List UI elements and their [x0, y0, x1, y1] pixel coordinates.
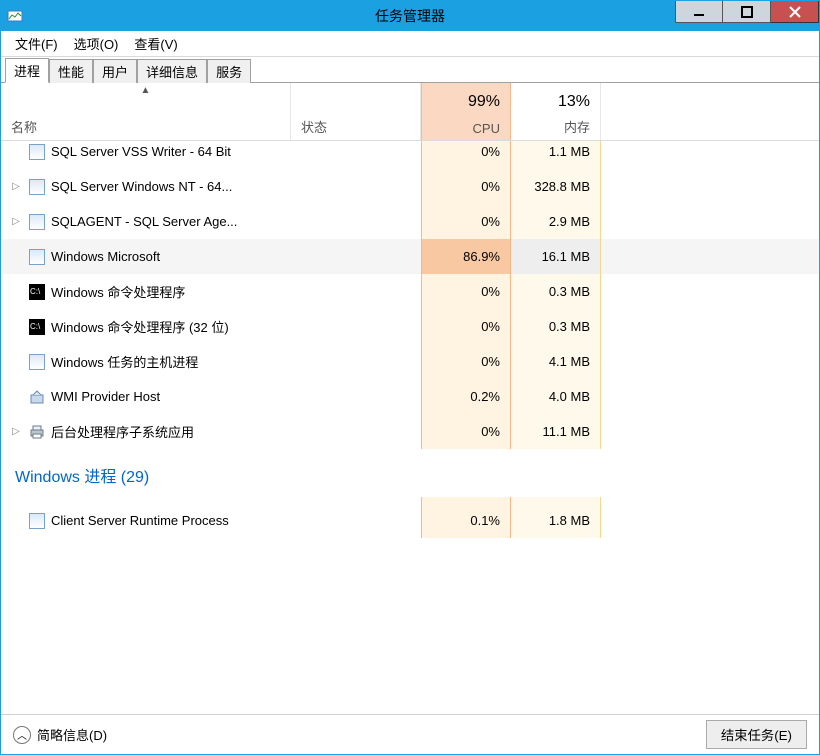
process-name: Windows Microsoft — [51, 249, 160, 264]
chevron-up-icon: ︿ — [13, 726, 31, 744]
tab-performance[interactable]: 性能 — [49, 59, 93, 83]
app-process-icon — [29, 214, 45, 230]
tab-users[interactable]: 用户 — [93, 59, 137, 83]
process-grid: ▲ 名称 状态 99% CPU 13% 内存 — [1, 83, 819, 714]
mem-cell: 1.1 MB — [511, 141, 601, 169]
process-name: WMI Provider Host — [51, 389, 160, 404]
app-process-icon — [29, 354, 45, 370]
process-name: Windows 命令处理程序 (32 位) — [51, 317, 229, 336]
cmd-icon: C:\ — [29, 319, 45, 335]
mem-cell: 16.1 MB — [511, 239, 601, 274]
table-row[interactable]: Windows 任务的主机进程 0%4.1 MB — [1, 344, 819, 379]
table-row[interactable]: ▷ 后台处理程序子系统应用 0%11.1 MB — [1, 414, 819, 449]
end-task-button[interactable]: 结束任务(E) — [706, 720, 807, 749]
wmi-icon — [29, 389, 45, 405]
cpu-cell: 0.2% — [421, 379, 511, 414]
menu-file[interactable]: 文件(F) — [7, 32, 66, 55]
cmd-icon: C:\ — [29, 284, 45, 300]
cpu-usage-total: 99% — [468, 93, 500, 111]
window-title: 任务管理器 — [375, 6, 445, 26]
table-row[interactable]: ▷ SQLAGENT - SQL Server Age... 0%2.9 MB — [1, 204, 819, 239]
cpu-cell: 0% — [421, 141, 511, 169]
printer-icon — [29, 424, 45, 440]
cpu-cell: 0% — [421, 344, 511, 379]
maximize-button[interactable] — [723, 1, 771, 23]
tabbar: 进程 性能 用户 详细信息 服务 — [1, 59, 819, 83]
app-icon — [7, 8, 23, 24]
table-row[interactable]: Client Server Runtime Process 0.1%1.8 MB — [1, 503, 819, 538]
mem-cell: 2.9 MB — [511, 204, 601, 239]
cpu-cell: 0% — [421, 274, 511, 309]
sort-indicator-icon: ▲ — [141, 85, 151, 96]
process-name: 后台处理程序子系统应用 — [51, 422, 194, 441]
cpu-cell: 0% — [421, 309, 511, 344]
app-process-icon — [29, 144, 45, 160]
cpu-cell: 0% — [421, 204, 511, 239]
titlebar[interactable]: 任务管理器 — [1, 1, 819, 31]
group-windows-processes: Windows 进程 (29) — [1, 449, 819, 497]
tab-details[interactable]: 详细信息 — [137, 59, 207, 83]
expand-toggle-icon[interactable]: ▷ — [7, 216, 25, 227]
tab-processes[interactable]: 进程 — [5, 58, 49, 83]
process-name: SQL Server VSS Writer - 64 Bit — [51, 144, 231, 159]
cpu-cell: 0.1% — [421, 503, 511, 538]
table-row[interactable]: C:\ Windows 命令处理程序 (32 位) 0%0.3 MB — [1, 309, 819, 344]
mem-cell: 11.1 MB — [511, 414, 601, 449]
mem-cell: 328.8 MB — [511, 169, 601, 204]
menu-view[interactable]: 查看(V) — [126, 32, 185, 55]
mem-cell: 4.0 MB — [511, 379, 601, 414]
mem-usage-total: 13% — [558, 93, 590, 111]
process-name: Client Server Runtime Process — [51, 513, 229, 528]
window-controls — [675, 1, 819, 31]
header-row: ▲ 名称 状态 99% CPU 13% 内存 — [1, 83, 819, 141]
tab-services[interactable]: 服务 — [207, 59, 251, 83]
close-button[interactable] — [771, 1, 819, 23]
task-manager-window: 任务管理器 文件(F) 选项(O) 查看(V) 进程 性能 用户 详细信息 服务… — [0, 0, 820, 755]
minimize-button[interactable] — [675, 1, 723, 23]
footer: ︿ 简略信息(D) 结束任务(E) — [1, 714, 819, 754]
mem-cell: 1.8 MB — [511, 503, 601, 538]
cpu-cell: 0% — [421, 169, 511, 204]
process-name: SQLAGENT - SQL Server Age... — [51, 214, 237, 229]
process-name: Windows 命令处理程序 — [51, 282, 185, 301]
expand-toggle-icon[interactable]: ▷ — [7, 426, 25, 437]
process-name: SQL Server Windows NT - 64... — [51, 179, 232, 194]
mem-cell: 0.3 MB — [511, 309, 601, 344]
column-spacer — [601, 83, 819, 140]
table-row[interactable]: C:\ Windows 命令处理程序 0%0.3 MB — [1, 274, 819, 309]
mem-cell: 0.3 MB — [511, 274, 601, 309]
grid-body[interactable]: SQL Full Text host0%1.1 MB▷SQL Full-text… — [1, 141, 819, 714]
column-status[interactable]: 状态 — [291, 83, 421, 140]
process-name: Windows 任务的主机进程 — [51, 352, 198, 371]
column-name[interactable]: ▲ 名称 — [1, 83, 291, 140]
table-row[interactable]: ▷ SQL Server Windows NT - 64... 0%328.8 MB — [1, 169, 819, 204]
column-memory[interactable]: 13% 内存 — [511, 83, 601, 140]
menu-options[interactable]: 选项(O) — [66, 32, 127, 55]
app-process-icon — [29, 179, 45, 195]
app-process-icon — [29, 249, 45, 265]
cpu-cell: 0% — [421, 414, 511, 449]
expand-toggle-icon[interactable]: ▷ — [7, 181, 25, 192]
table-row[interactable]: SQL Server VSS Writer - 64 Bit 0%1.1 MB — [1, 141, 819, 169]
mem-cell: 4.1 MB — [511, 344, 601, 379]
table-row[interactable]: WMI Provider Host 0.2%4.0 MB — [1, 379, 819, 414]
table-row[interactable]: Windows Microsoft 86.9%16.1 MB — [1, 239, 819, 274]
menubar: 文件(F) 选项(O) 查看(V) — [1, 31, 819, 57]
app-process-icon — [29, 513, 45, 529]
cpu-cell: 86.9% — [421, 239, 511, 274]
column-cpu[interactable]: 99% CPU — [421, 83, 511, 140]
fewer-details-button[interactable]: ︿ 简略信息(D) — [13, 725, 107, 744]
